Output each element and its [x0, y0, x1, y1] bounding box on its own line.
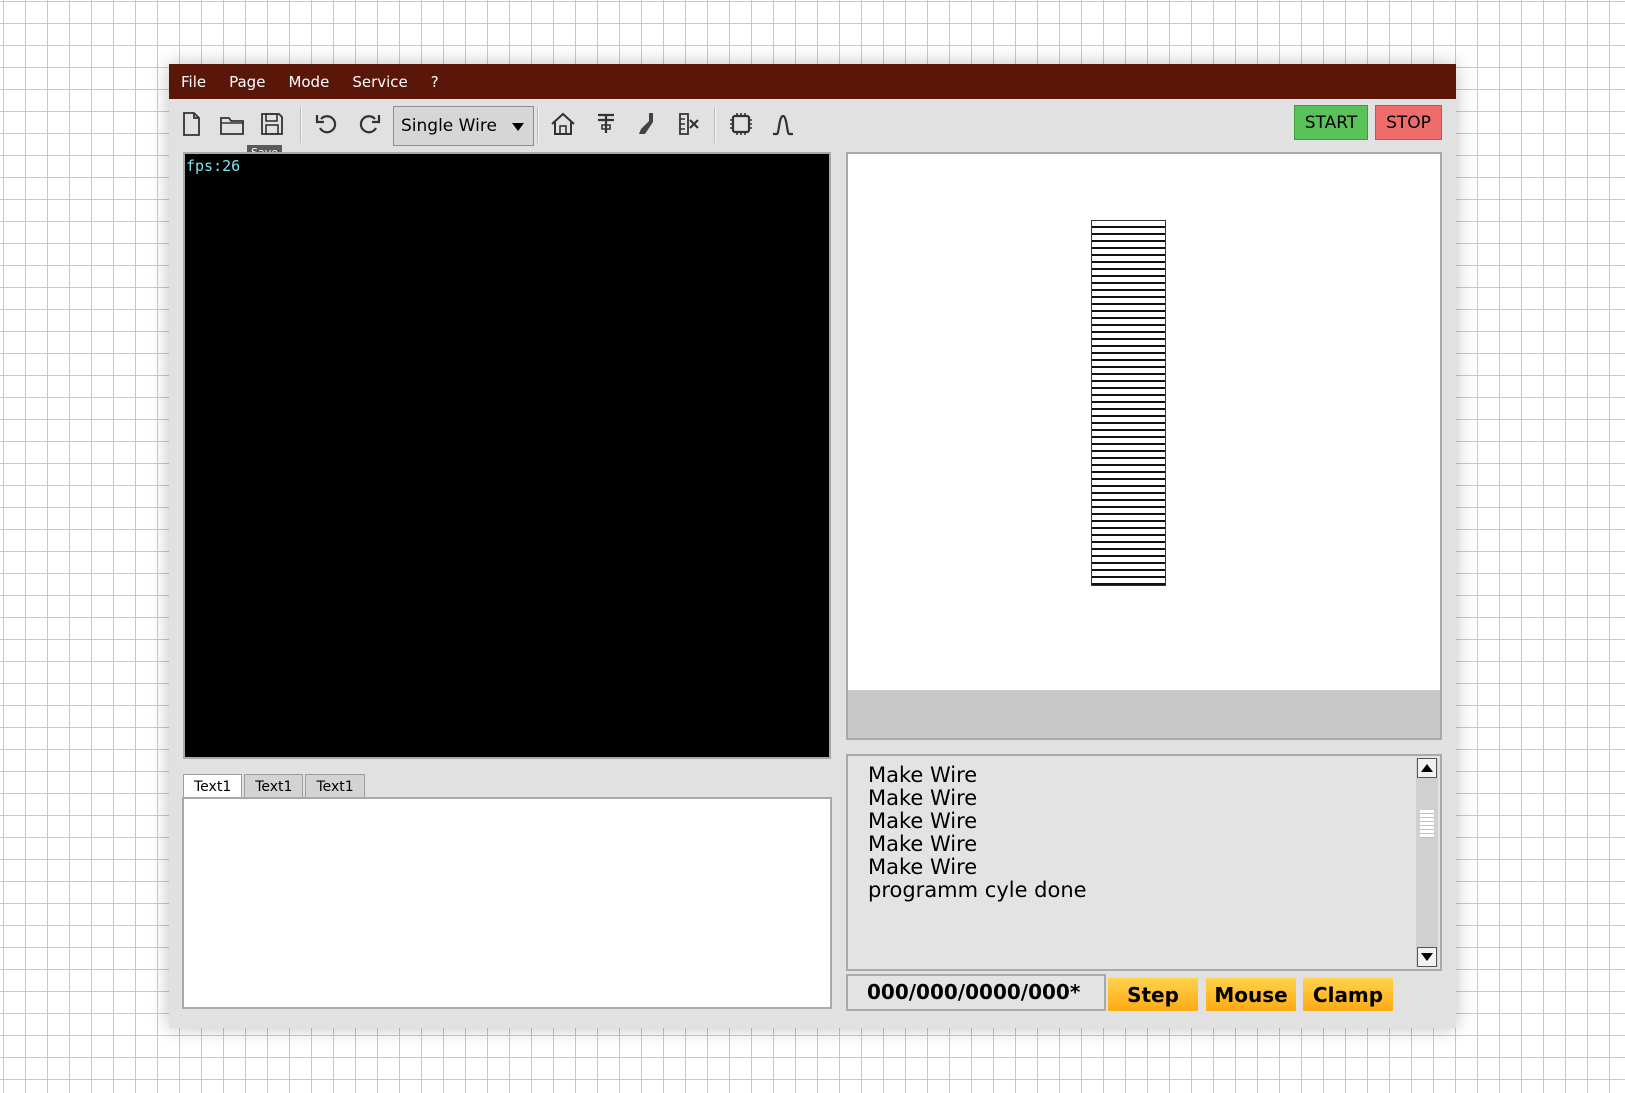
- wire-bundle-preview: [1091, 220, 1166, 586]
- menu-bar: File Page Mode Service ?: [169, 64, 1456, 99]
- menu-file[interactable]: File: [181, 73, 206, 91]
- fps-counter: fps:26: [186, 157, 241, 175]
- preview-footer: [848, 690, 1440, 738]
- start-button[interactable]: START: [1294, 105, 1368, 140]
- log-scrollbar[interactable]: [1416, 758, 1438, 967]
- text-tabs: Text1 Text1 Text1: [183, 774, 367, 799]
- tab-text1-third[interactable]: Text1: [305, 774, 365, 798]
- stop-button[interactable]: STOP: [1375, 105, 1442, 140]
- log-line: Make Wire: [868, 832, 978, 856]
- log-lines: Make Wire Make Wire Make Wire Make Wire …: [868, 764, 1087, 902]
- mouse-button[interactable]: Mouse: [1206, 978, 1296, 1011]
- cutter-icon[interactable]: [631, 108, 663, 140]
- chevron-down-icon: [512, 123, 524, 131]
- save-icon[interactable]: [256, 108, 288, 140]
- scroll-down-button[interactable]: [1417, 947, 1437, 967]
- log-line: Make Wire: [868, 786, 978, 810]
- step-button[interactable]: Step: [1108, 978, 1198, 1011]
- log-line: Make Wire: [868, 809, 978, 833]
- app-window: File Page Mode Service ? Save Single Wir…: [169, 64, 1456, 1028]
- arrow-up-icon: [1421, 764, 1433, 772]
- toolbar-separator: [714, 107, 716, 143]
- chip-icon[interactable]: [725, 108, 757, 140]
- bend-tool-icon[interactable]: [590, 108, 622, 140]
- log-panel: Make Wire Make Wire Make Wire Make Wire …: [846, 754, 1442, 971]
- menu-page[interactable]: Page: [229, 73, 265, 91]
- open-folder-icon[interactable]: [216, 108, 248, 140]
- log-line: Make Wire: [868, 763, 978, 787]
- mode-select-value: Single Wire: [401, 116, 497, 136]
- render-viewport[interactable]: fps:26: [183, 152, 831, 759]
- curve-icon[interactable]: [767, 108, 799, 140]
- toolbar-separator: [537, 107, 539, 143]
- undo-icon[interactable]: [311, 108, 343, 140]
- menu-mode[interactable]: Mode: [288, 73, 329, 91]
- toolbar: Save Single Wire ST: [169, 99, 1456, 160]
- arrow-down-icon: [1421, 953, 1433, 961]
- wire-preview-panel[interactable]: [846, 152, 1442, 740]
- home-icon[interactable]: [547, 108, 579, 140]
- scroll-up-button[interactable]: [1417, 758, 1437, 778]
- redo-icon[interactable]: [353, 108, 385, 140]
- strip-icon[interactable]: [672, 108, 704, 140]
- clamp-button[interactable]: Clamp: [1303, 978, 1393, 1011]
- tab-text1-second[interactable]: Text1: [244, 774, 304, 798]
- log-line: programm cyle done: [868, 878, 1087, 902]
- log-line: Make Wire: [868, 855, 978, 879]
- tab-text1-first[interactable]: Text1: [183, 774, 243, 799]
- scroll-thumb[interactable]: [1420, 810, 1434, 838]
- status-counter: 000/000/0000/000*: [846, 974, 1106, 1011]
- mode-select[interactable]: Single Wire: [393, 106, 534, 146]
- text-editor[interactable]: [182, 797, 832, 1009]
- toolbar-separator: [300, 107, 302, 143]
- menu-service[interactable]: Service: [352, 73, 407, 91]
- new-file-icon[interactable]: [175, 108, 207, 140]
- menu-help[interactable]: ?: [431, 73, 439, 91]
